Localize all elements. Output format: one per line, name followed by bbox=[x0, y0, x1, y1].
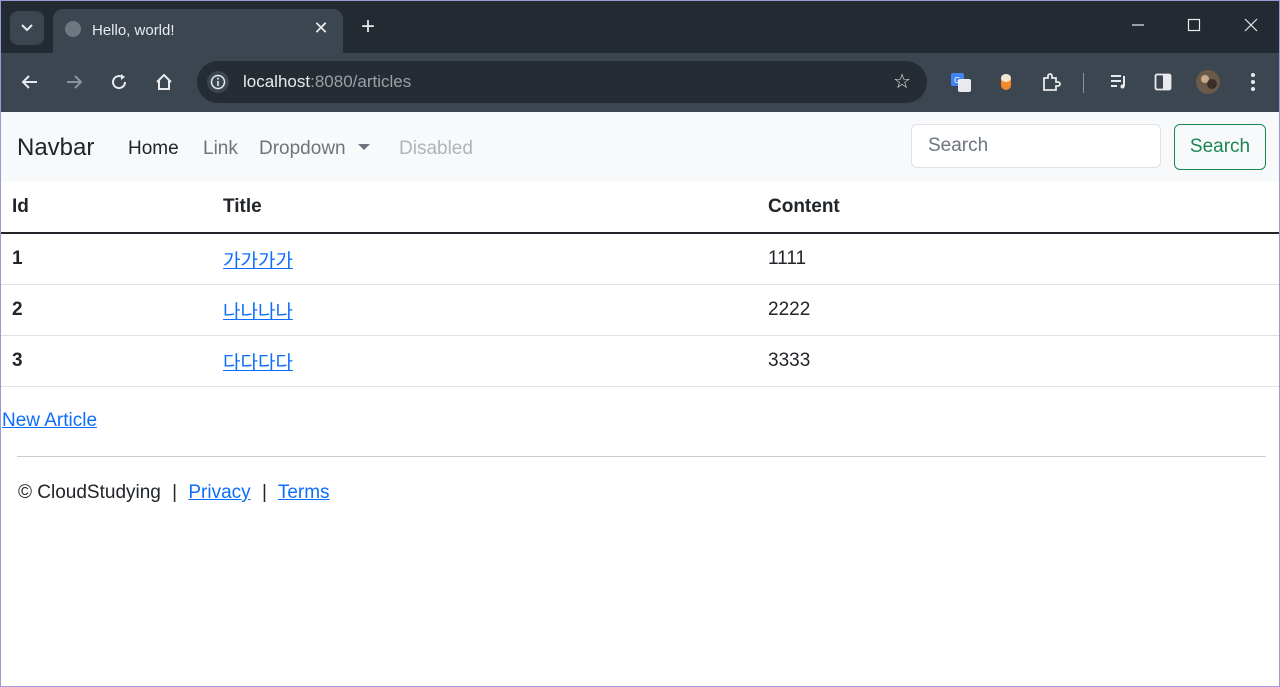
minimize-icon bbox=[1132, 24, 1144, 26]
minimize-button[interactable] bbox=[1123, 13, 1153, 43]
nav-dropdown-label: Dropdown bbox=[259, 138, 346, 159]
nav-link-link[interactable]: Link bbox=[203, 138, 238, 160]
side-panel-icon bbox=[1154, 73, 1172, 91]
toolbar-divider bbox=[1083, 73, 1084, 93]
navbar: Navbar Home Link Dropdown Disabled Searc… bbox=[1, 112, 1279, 182]
reload-icon bbox=[112, 74, 127, 90]
row-id: 3 bbox=[1, 335, 212, 387]
footer-separator: | bbox=[261, 482, 267, 503]
bookmark-star-icon[interactable]: ☆ bbox=[893, 69, 911, 94]
tab-title: Hello, world! bbox=[92, 22, 175, 39]
close-window-button[interactable] bbox=[1236, 13, 1266, 43]
articles-table: Id Title Content 1 가가가가 1111 2 나나나나 2222… bbox=[1, 182, 1279, 387]
browser-menu-button[interactable] bbox=[1238, 67, 1268, 97]
nav-link-disabled: Disabled bbox=[399, 138, 473, 159]
tab-search-button[interactable] bbox=[10, 11, 44, 45]
column-header-id: Id bbox=[1, 182, 212, 234]
row-content: 3333 bbox=[757, 335, 1279, 387]
table-header-row: Id Title Content bbox=[1, 182, 1279, 234]
column-header-title: Title bbox=[212, 182, 757, 234]
puzzle-icon bbox=[1043, 73, 1061, 91]
table-row: 3 다다다다 3333 bbox=[1, 335, 1279, 387]
new-article-link[interactable]: New Article bbox=[2, 410, 97, 432]
reload-button[interactable] bbox=[104, 67, 134, 97]
table-row: 2 나나나나 2222 bbox=[1, 284, 1279, 336]
column-header-content: Content bbox=[757, 182, 1279, 234]
footer: © CloudStudying | Privacy | Terms bbox=[18, 482, 330, 504]
new-tab-button[interactable]: + bbox=[355, 15, 381, 41]
maximize-button[interactable] bbox=[1179, 13, 1209, 43]
tab-close-icon[interactable]: ✕ bbox=[311, 18, 331, 38]
nav-link-home[interactable]: Home bbox=[128, 138, 179, 160]
extensions-button[interactable] bbox=[1036, 67, 1066, 97]
nav-dropdown[interactable]: Dropdown bbox=[259, 138, 370, 160]
footer-copyright: © CloudStudying bbox=[18, 482, 161, 503]
home-button[interactable] bbox=[149, 67, 179, 97]
browser-tab-active[interactable]: Hello, world! ✕ bbox=[53, 9, 343, 53]
url-host: localhost bbox=[243, 72, 311, 91]
privacy-link[interactable]: Privacy bbox=[188, 482, 250, 503]
arrow-left-icon bbox=[21, 75, 37, 89]
search-input[interactable] bbox=[911, 124, 1161, 168]
row-title-cell: 가가가가 bbox=[212, 233, 757, 285]
translate-extension-icon[interactable]: G bbox=[946, 67, 976, 97]
close-icon bbox=[1244, 18, 1258, 32]
arrow-right-icon bbox=[67, 75, 83, 89]
translate-icon: G bbox=[951, 73, 971, 92]
url-path: :8080/articles bbox=[310, 72, 412, 91]
caret-down-icon bbox=[357, 144, 370, 150]
maximize-icon bbox=[1187, 18, 1201, 32]
avatar-icon bbox=[1196, 70, 1220, 94]
chevron-down-icon bbox=[21, 24, 33, 32]
url-text[interactable]: localhost:8080/articles bbox=[243, 72, 411, 92]
home-icon bbox=[156, 73, 172, 90]
article-title-link[interactable]: 나나나나 bbox=[223, 302, 293, 323]
row-title-cell: 나나나나 bbox=[212, 284, 757, 336]
capsule-icon bbox=[1001, 74, 1011, 90]
playlist-icon bbox=[1111, 75, 1125, 89]
article-title-link[interactable]: 다다다다 bbox=[223, 353, 293, 374]
side-panel-button[interactable] bbox=[1148, 67, 1178, 97]
terms-link[interactable]: Terms bbox=[278, 482, 330, 503]
address-bar[interactable]: localhost:8080/articles ☆ bbox=[197, 61, 927, 103]
row-id: 2 bbox=[1, 284, 212, 336]
row-content: 1111 bbox=[757, 233, 1279, 285]
svg-text:G: G bbox=[954, 76, 960, 85]
profile-avatar[interactable] bbox=[1193, 67, 1223, 97]
info-icon bbox=[210, 74, 226, 90]
footer-separator: | bbox=[172, 482, 178, 503]
more-vert-icon bbox=[1251, 73, 1255, 91]
browser-tabstrip: Hello, world! ✕ + bbox=[1, 1, 1279, 53]
site-info-icon[interactable] bbox=[207, 71, 229, 93]
navbar-brand[interactable]: Navbar bbox=[17, 134, 94, 162]
table-row: 1 가가가가 1111 bbox=[1, 233, 1279, 285]
footer-divider bbox=[17, 456, 1266, 457]
search-button[interactable]: Search bbox=[1174, 124, 1266, 170]
article-title-link[interactable]: 가가가가 bbox=[223, 251, 293, 272]
forward-button[interactable] bbox=[59, 67, 89, 97]
media-control-button[interactable] bbox=[1104, 67, 1134, 97]
browser-toolbar: localhost:8080/articles ☆ G bbox=[1, 53, 1279, 112]
globe-icon bbox=[65, 21, 81, 37]
extension-icon[interactable] bbox=[991, 67, 1021, 97]
row-title-cell: 다다다다 bbox=[212, 335, 757, 387]
back-button[interactable] bbox=[15, 67, 45, 97]
row-content: 2222 bbox=[757, 284, 1279, 336]
row-id: 1 bbox=[1, 233, 212, 285]
